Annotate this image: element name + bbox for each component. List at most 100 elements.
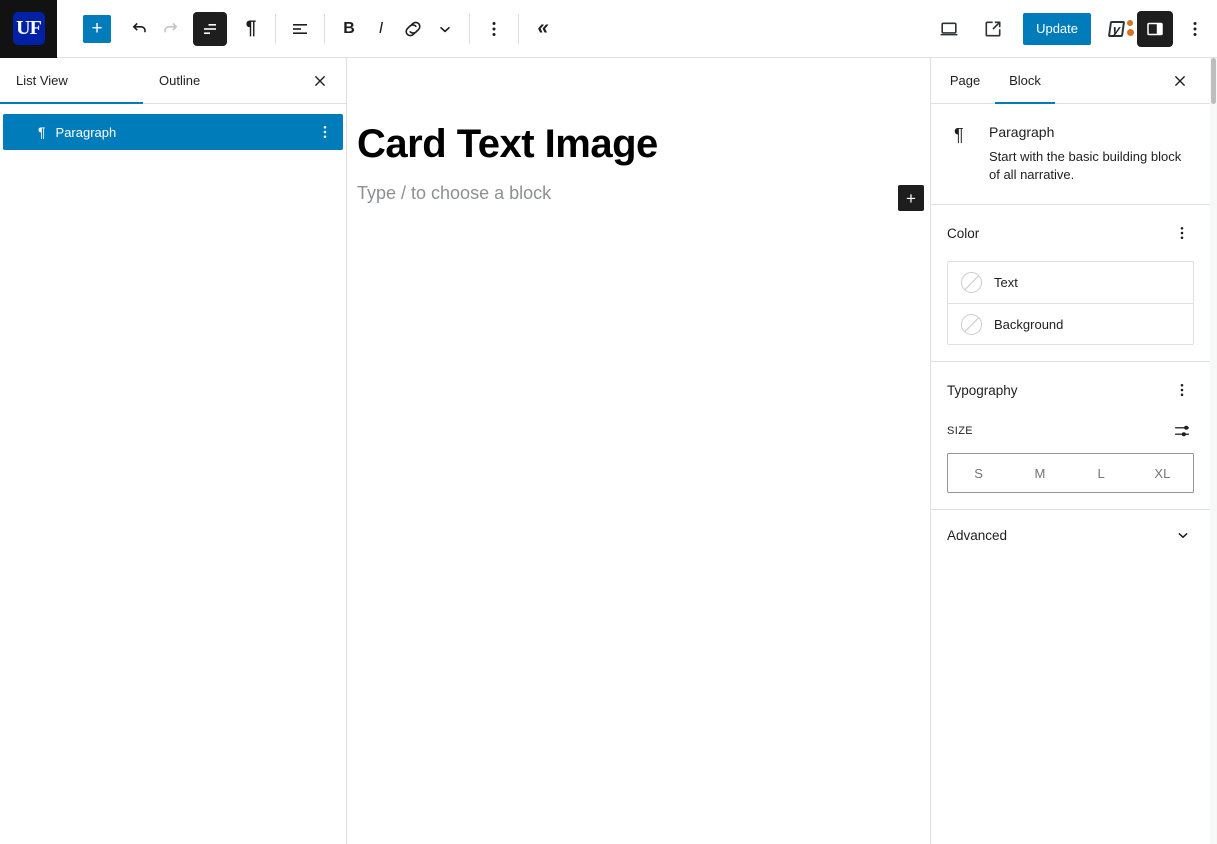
tab-block-label: Block [1009,73,1041,88]
plus-icon: + [906,190,916,207]
font-size-option-l[interactable]: L [1071,454,1132,492]
toolbar-separator [469,14,470,44]
yoast-icon: y [1108,21,1125,37]
pilcrow-icon: ¶ [947,124,989,184]
sliders-settings-icon [1171,420,1193,442]
undo-icon [127,17,151,41]
plus-icon: + [91,19,102,38]
kebab-menu-icon [314,121,336,143]
typography-options-button[interactable] [1170,378,1194,402]
scrollbar-track[interactable] [1210,58,1217,844]
font-size-label: SIZE [947,425,973,437]
text-align-button[interactable] [284,13,316,45]
kebab-menu-icon [1171,379,1193,401]
font-size-option-label: XL [1154,466,1170,481]
block-editor-app: UF + ¶ [0,0,1217,844]
document-overview-button[interactable] [193,12,227,46]
font-size-option-s[interactable]: S [948,454,1009,492]
list-view-icon [198,17,222,41]
tab-list-view-label: List View [16,73,68,88]
close-icon [309,70,331,92]
chevron-down-icon [433,17,457,41]
paragraph-block-button[interactable]: ¶ [235,13,267,45]
font-size-option-label: L [1098,466,1105,481]
text-color-row[interactable]: Text [948,262,1193,303]
advanced-panel-toggle[interactable]: Advanced [931,510,1210,560]
tab-outline-label: Outline [159,73,200,88]
yoast-seo-button[interactable]: y [1105,13,1137,45]
site-logo-block[interactable]: UF [0,0,57,58]
block-card-title: Paragraph [989,124,1194,140]
view-page-button[interactable] [977,13,1009,45]
font-size-row: SIZE [947,419,1194,443]
advanced-panel-title: Advanced [947,528,1007,543]
update-button-label: Update [1036,21,1078,36]
empty-color-swatch-icon [961,314,982,335]
tab-page-label: Page [950,73,980,88]
editor-options-button[interactable] [1179,13,1211,45]
italic-button[interactable]: I [365,13,397,45]
editor-canvas[interactable]: Card Text Image Type / to choose a block… [347,58,930,844]
typography-panel-title: Typography [947,383,1018,398]
text-color-label: Text [994,275,1018,290]
italic-icon: I [379,20,383,38]
chevron-down-icon [1172,524,1194,546]
uf-logo: UF [13,12,45,45]
empty-block-placeholder[interactable]: Type / to choose a block [357,183,930,204]
editor-body: List View Outline ¶ Paragraph [0,58,1217,844]
kebab-menu-icon [1171,222,1193,244]
update-button[interactable]: Update [1023,13,1091,45]
color-options-button[interactable] [1170,221,1194,245]
close-settings-button[interactable] [1164,65,1196,97]
close-icon [1169,70,1191,92]
font-size-option-label: S [974,466,983,481]
close-list-view-button[interactable] [304,65,336,97]
settings-panel-toggle-button[interactable] [1137,11,1173,47]
yoast-dot-icon [1127,29,1134,36]
block-options-button[interactable] [478,13,510,45]
list-view-panel: List View Outline ¶ Paragraph [0,58,347,844]
color-settings-box: Text Background [947,261,1194,345]
more-formatting-button[interactable] [429,13,461,45]
list-view-row-label: Paragraph [56,125,117,140]
list-view-tab-bar: List View Outline [0,58,346,104]
laptop-icon [937,17,961,41]
scrollbar-thumb[interactable] [1211,58,1216,104]
tab-outline[interactable]: Outline [143,58,286,103]
collapse-toolbar-button[interactable]: « [527,13,559,45]
toolbar-separator [518,14,519,44]
bold-icon: B [343,20,355,38]
toolbar-right-group: Update y [933,11,1211,47]
settings-sidebar: Page Block ¶ Paragraph Start with the ba… [930,58,1210,844]
redo-icon [159,17,183,41]
preview-button[interactable] [933,13,965,45]
external-link-icon [981,17,1005,41]
font-size-option-label: M [1034,466,1045,481]
toolbar-separator [275,14,276,44]
typography-panel-header: Typography [947,378,1194,402]
inline-block-inserter-button[interactable]: + [898,185,924,211]
block-card-description: Start with the basic building block of a… [989,148,1194,184]
font-size-option-xl[interactable]: XL [1132,454,1193,492]
list-view-row-paragraph[interactable]: ¶ Paragraph [3,114,343,150]
undo-button[interactable] [123,13,155,45]
empty-color-swatch-icon [961,272,982,293]
tab-block[interactable]: Block [995,58,1055,103]
tab-page[interactable]: Page [935,58,995,103]
font-size-custom-button[interactable] [1170,419,1194,443]
double-chevron-left-icon: « [537,17,548,40]
redo-button[interactable] [155,13,187,45]
tab-list-view[interactable]: List View [0,58,143,103]
post-title[interactable]: Card Text Image [357,122,930,166]
list-view-row-options-button[interactable] [311,118,339,146]
link-button[interactable] [397,13,429,45]
block-inserter-button[interactable]: + [83,15,111,43]
font-size-option-m[interactable]: M [1009,454,1070,492]
color-panel: Color Text Background [931,205,1210,362]
color-panel-title: Color [947,226,979,241]
pilcrow-icon: ¶ [246,18,257,40]
background-color-row[interactable]: Background [948,303,1193,344]
align-text-icon [288,17,312,41]
typography-panel: Typography SIZE [931,362,1210,510]
bold-button[interactable]: B [333,13,365,45]
